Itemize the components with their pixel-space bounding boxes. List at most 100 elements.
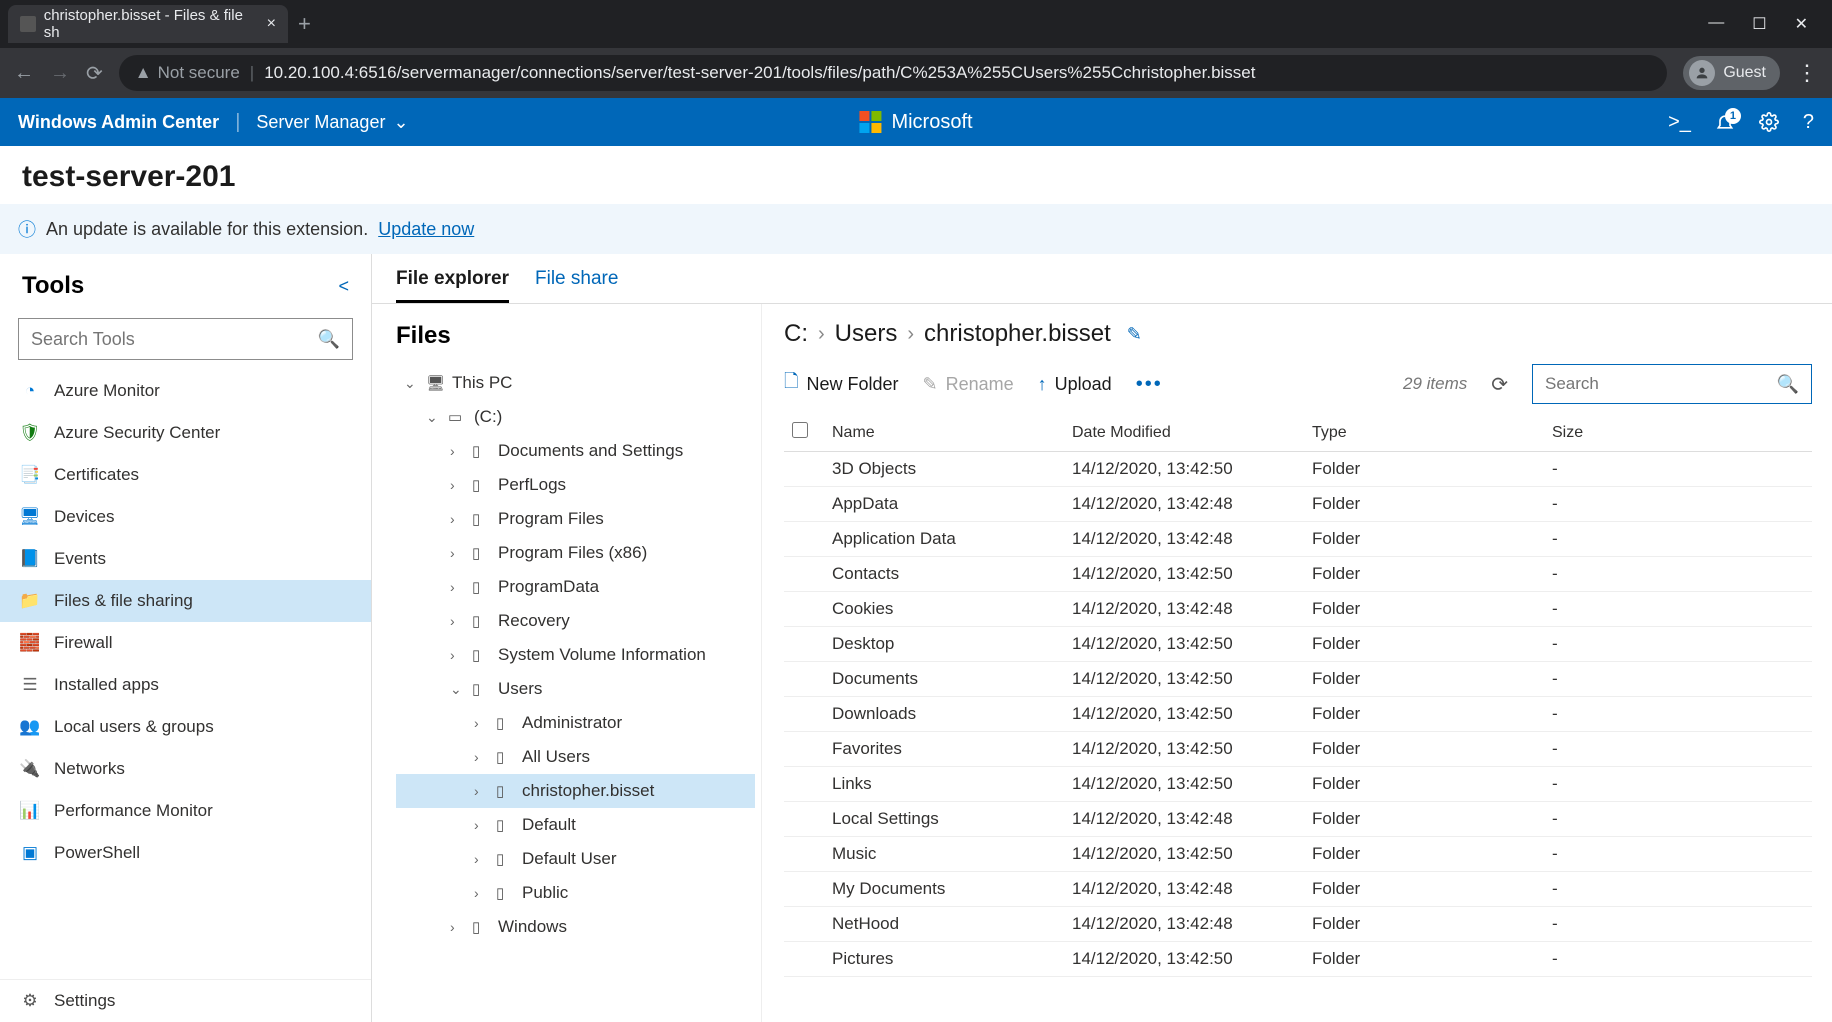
sub-tabs: File explorer File share <box>372 254 1832 304</box>
tab-file-share[interactable]: File share <box>535 268 618 303</box>
sidebar-item-networks[interactable]: 🔌Networks <box>0 748 371 790</box>
sidebar-item-events[interactable]: 📘Events <box>0 538 371 580</box>
table-row[interactable]: NetHood14/12/2020, 13:42:48Folder- <box>784 907 1812 942</box>
tools-search[interactable]: 🔍 <box>18 318 353 360</box>
tree-user-folder[interactable]: ›▯All Users <box>396 740 755 774</box>
tree-user-folder[interactable]: ›▯Default User <box>396 842 755 876</box>
help-icon[interactable]: ? <box>1803 111 1814 134</box>
tree-user-folder[interactable]: ›▯christopher.bisset <box>396 774 755 808</box>
reload-button[interactable]: ⟳ <box>86 61 103 86</box>
file-search-input[interactable] <box>1545 374 1777 394</box>
settings-gear-icon[interactable] <box>1759 112 1779 132</box>
refresh-icon[interactable]: ⟳ <box>1491 372 1508 397</box>
tab-file-explorer[interactable]: File explorer <box>396 268 509 303</box>
tool-label: Performance Monitor <box>54 801 213 821</box>
forward-button[interactable]: → <box>50 62 70 85</box>
table-row[interactable]: Local Settings14/12/2020, 13:42:48Folder… <box>784 802 1812 837</box>
sidebar-item-firewall[interactable]: 🧱Firewall <box>0 622 371 664</box>
table-row[interactable]: Documents14/12/2020, 13:42:50Folder- <box>784 662 1812 697</box>
row-date: 14/12/2020, 13:42:50 <box>1072 459 1312 479</box>
sidebar-item-certificates[interactable]: 📑Certificates <box>0 454 371 496</box>
col-size[interactable]: Size <box>1552 424 1804 442</box>
table-row[interactable]: Cookies14/12/2020, 13:42:48Folder- <box>784 592 1812 627</box>
tree-user-folder[interactable]: ›▯Default <box>396 808 755 842</box>
context-dropdown[interactable]: Server Manager ⌄ <box>256 112 408 133</box>
browser-tab[interactable]: christopher.bisset - Files & file sh × <box>8 5 288 43</box>
col-name[interactable]: Name <box>832 424 1072 442</box>
tool-label: Installed apps <box>54 675 159 695</box>
sidebar-item-performance-monitor[interactable]: 📊 Performance Monitor <box>0 790 371 832</box>
sidebar-item-azure-security-center[interactable]: 🛡Azure Security Center <box>0 412 371 454</box>
chevron-right-icon: › <box>474 851 488 867</box>
minimize-icon[interactable]: — <box>1708 14 1724 34</box>
select-all-checkbox[interactable] <box>792 422 808 438</box>
table-row[interactable]: Links14/12/2020, 13:42:50Folder- <box>784 767 1812 802</box>
close-window-icon[interactable]: ✕ <box>1795 14 1808 34</box>
chevron-down-icon: ⌄ <box>426 409 440 426</box>
tree-this-pc[interactable]: ⌄ 🖥 This PC <box>396 366 755 400</box>
folder-icon: ▯ <box>496 884 514 902</box>
tree-users[interactable]: ⌄ ▯ Users <box>396 672 755 706</box>
tree-user-folder[interactable]: ›▯Public <box>396 876 755 910</box>
row-size: - <box>1552 494 1804 514</box>
col-date[interactable]: Date Modified <box>1072 424 1312 442</box>
not-secure-indicator[interactable]: ▲ Not secure <box>135 63 240 83</box>
sidebar-item-files-file-sharing[interactable]: 📁Files & file sharing <box>0 580 371 622</box>
maximize-icon[interactable]: ☐ <box>1752 14 1766 34</box>
tree-folder[interactable]: ›▯Program Files (x86) <box>396 536 755 570</box>
table-row[interactable]: 3D Objects14/12/2020, 13:42:50Folder- <box>784 452 1812 487</box>
wac-brand[interactable]: Windows Admin Center <box>18 112 219 133</box>
table-row[interactable]: Downloads14/12/2020, 13:42:50Folder- <box>784 697 1812 732</box>
settings-item[interactable]: ⚙ Settings <box>0 979 371 1022</box>
more-actions-icon[interactable]: ••• <box>1136 373 1163 396</box>
row-type: Folder <box>1312 564 1552 584</box>
back-button[interactable]: ← <box>14 62 34 85</box>
table-row[interactable]: Favorites14/12/2020, 13:42:50Folder- <box>784 732 1812 767</box>
tree-folder[interactable]: ›▯ProgramData <box>396 570 755 604</box>
tree-windows[interactable]: › ▯ Windows <box>396 910 755 944</box>
url-bar[interactable]: ▲ Not secure | 10.20.100.4:6516/serverma… <box>119 55 1668 91</box>
tab-bar: christopher.bisset - Files & file sh × +… <box>0 0 1832 48</box>
row-type: Folder <box>1312 949 1552 969</box>
table-row[interactable]: Contacts14/12/2020, 13:42:50Folder- <box>784 557 1812 592</box>
table-row[interactable]: Pictures14/12/2020, 13:42:50Folder- <box>784 942 1812 977</box>
table-row[interactable]: My Documents14/12/2020, 13:42:48Folder- <box>784 872 1812 907</box>
sidebar-item-powershell[interactable]: ▣PowerShell <box>0 832 371 874</box>
collapse-tools-icon[interactable]: < <box>338 276 349 297</box>
new-folder-button[interactable]: 🗋 New Folder <box>784 369 899 399</box>
tool-icon: 📊 <box>20 801 40 821</box>
tree-folder[interactable]: ›▯PerfLogs <box>396 468 755 502</box>
update-now-link[interactable]: Update now <box>378 219 474 240</box>
sidebar-item-devices[interactable]: 🖥Devices <box>0 496 371 538</box>
tree-folder[interactable]: ›▯System Volume Information <box>396 638 755 672</box>
tab-close-icon[interactable]: × <box>267 15 276 33</box>
files-title: Files <box>396 322 755 350</box>
upload-icon: ↑ <box>1038 374 1047 395</box>
breadcrumb-users[interactable]: Users <box>835 320 898 348</box>
tree-folder[interactable]: ›▯Recovery <box>396 604 755 638</box>
browser-menu-icon[interactable]: ⋮ <box>1796 60 1818 86</box>
sidebar-item-installed-apps[interactable]: ☰Installed apps <box>0 664 371 706</box>
col-type[interactable]: Type <box>1312 424 1552 442</box>
notifications-icon[interactable]: 1 <box>1715 112 1735 132</box>
table-row[interactable]: Application Data14/12/2020, 13:42:48Fold… <box>784 522 1812 557</box>
profile-button[interactable]: Guest <box>1683 56 1780 90</box>
tree-drive-c[interactable]: ⌄ ▭ (C:) <box>396 400 755 434</box>
tree-folder[interactable]: ›▯Program Files <box>396 502 755 536</box>
powershell-icon[interactable]: >_ <box>1668 111 1691 134</box>
tools-search-input[interactable] <box>31 329 318 350</box>
upload-button[interactable]: ↑ Upload <box>1038 374 1112 395</box>
file-search[interactable]: 🔍 <box>1532 364 1812 404</box>
table-row[interactable]: Music14/12/2020, 13:42:50Folder- <box>784 837 1812 872</box>
sidebar-item-azure-monitor[interactable]: ◔Azure Monitor <box>0 370 371 412</box>
new-tab-button[interactable]: + <box>298 11 311 37</box>
row-size: - <box>1552 844 1804 864</box>
edit-path-icon[interactable]: ✎ <box>1127 324 1142 345</box>
tree-folder[interactable]: ›▯Documents and Settings <box>396 434 755 468</box>
breadcrumb-c[interactable]: C: <box>784 320 808 348</box>
microsoft-logo[interactable]: Microsoft <box>859 111 972 134</box>
table-row[interactable]: Desktop14/12/2020, 13:42:50Folder- <box>784 627 1812 662</box>
sidebar-item-local-users-groups[interactable]: 👥Local users & groups <box>0 706 371 748</box>
table-row[interactable]: AppData14/12/2020, 13:42:48Folder- <box>784 487 1812 522</box>
tree-user-folder[interactable]: ›▯Administrator <box>396 706 755 740</box>
